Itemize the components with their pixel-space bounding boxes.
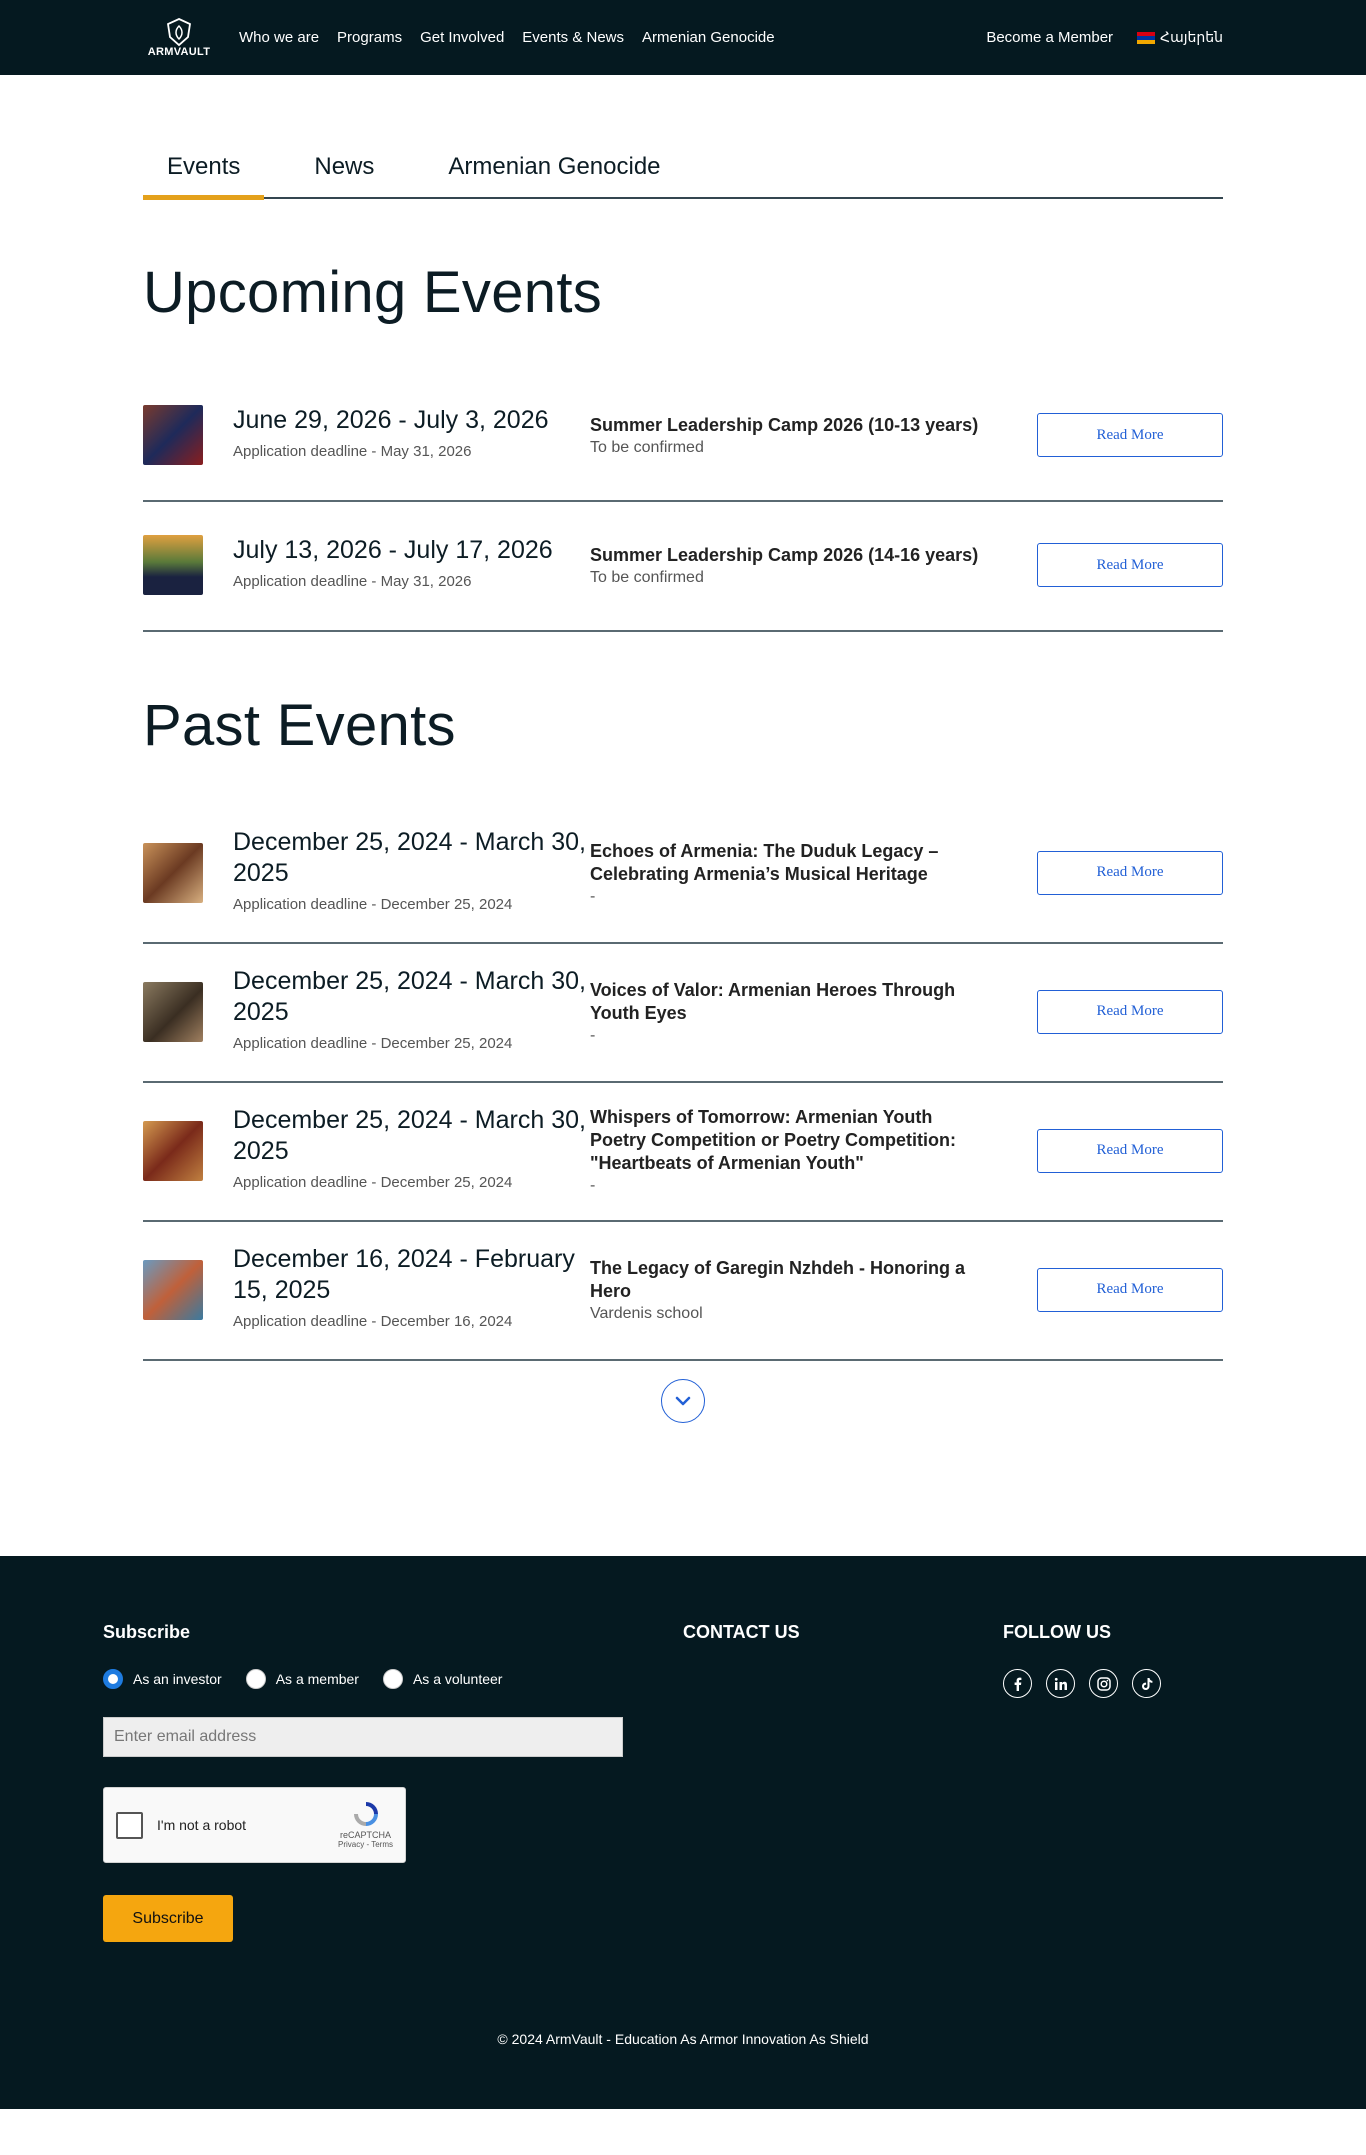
recaptcha-icon xyxy=(353,1802,378,1826)
event-title: Summer Leadership Camp 2026 (10-13 years… xyxy=(590,414,979,435)
recaptcha-label: I'm not a robot xyxy=(157,1817,247,1833)
social-links xyxy=(1003,1669,1161,1698)
radio-label: As a member xyxy=(275,1671,359,1687)
event-date: December 16, 2024 - February 15, 2025 xyxy=(233,1245,575,1304)
logo-text: ARMVAULT xyxy=(147,46,211,58)
event-row: December 25, 2024 - March 30, 2025 Appli… xyxy=(143,1083,1223,1222)
tab-events[interactable]: Events xyxy=(143,153,265,200)
nav-who-we-are[interactable]: Who we are xyxy=(239,29,319,46)
read-more-button[interactable]: Read More xyxy=(1037,989,1223,1034)
event-thumbnail xyxy=(143,405,203,465)
radio-label: As an investor xyxy=(133,1671,222,1687)
email-field[interactable] xyxy=(103,1717,623,1757)
follow-section: FOLLOW US xyxy=(1003,1622,1161,1942)
event-row: June 29, 2026 - July 3, 2026 Application… xyxy=(143,372,1223,502)
nav-armenian-genocide[interactable]: Armenian Genocide xyxy=(642,29,775,46)
event-deadline: Application deadline - December 16, 2024 xyxy=(233,1313,513,1330)
event-thumbnail xyxy=(143,842,203,903)
recaptcha-widget: I'm not a robot reCAPTCHA Privacy - Term… xyxy=(103,1787,406,1863)
recaptcha-brand-text: reCAPTCHA xyxy=(340,1830,392,1840)
event-thumbnail xyxy=(143,1259,203,1320)
linkedin-icon[interactable] xyxy=(1046,1669,1075,1698)
radio-indicator[interactable] xyxy=(103,1669,123,1689)
event-deadline: Application deadline - December 25, 2024 xyxy=(233,1035,513,1052)
event-location: - xyxy=(590,1026,596,1044)
header-actions: Become a Member Հայերեն xyxy=(986,29,1223,46)
event-thumbnail xyxy=(143,1120,203,1181)
chevron-down-icon xyxy=(675,1396,691,1406)
event-title: Echoes of Armenia: The Duduk Legacy – Ce… xyxy=(590,840,939,884)
event-date: December 25, 2024 - March 30, 2025 xyxy=(233,967,586,1026)
radio-label: As a volunteer xyxy=(412,1671,503,1687)
language-label: Հայերեն xyxy=(1160,29,1223,45)
event-location: - xyxy=(590,887,596,905)
site-logo[interactable]: ARMVAULT xyxy=(143,17,215,58)
event-location: To be confirmed xyxy=(590,568,704,586)
event-row: December 25, 2024 - March 30, 2025 Appli… xyxy=(143,805,1223,944)
tab-news[interactable]: News xyxy=(290,153,398,197)
event-location: To be confirmed xyxy=(590,438,704,456)
instagram-icon[interactable] xyxy=(1089,1669,1118,1698)
site-header: ARMVAULT Who we are Programs Get Involve… xyxy=(0,0,1366,75)
contact-heading: CONTACT US xyxy=(683,1622,800,1642)
event-deadline: Application deadline - December 25, 2024 xyxy=(233,1174,513,1191)
event-thumbnail xyxy=(143,535,203,595)
main-nav: Who we are Programs Get Involved Events … xyxy=(239,29,986,46)
radio-volunteer[interactable]: As a volunteer xyxy=(382,1669,503,1689)
content-tabs: Events News Armenian Genocide xyxy=(143,153,1223,200)
nav-programs[interactable]: Programs xyxy=(337,29,402,46)
event-row: July 13, 2026 - July 17, 2026 Applicatio… xyxy=(143,502,1223,632)
subscribe-heading: Subscribe xyxy=(103,1622,191,1642)
past-events-heading: Past Events xyxy=(143,693,456,758)
event-date: December 25, 2024 - March 30, 2025 xyxy=(233,828,586,887)
read-more-button[interactable]: Read More xyxy=(1037,850,1223,895)
event-thumbnail xyxy=(143,981,203,1042)
event-title: The Legacy of Garegin Nzhdeh - Honoring … xyxy=(590,1257,966,1301)
armenian-flag-icon xyxy=(1137,31,1156,44)
event-date: July 13, 2026 - July 17, 2026 xyxy=(233,536,553,564)
event-deadline: Application deadline - December 25, 2024 xyxy=(233,896,513,913)
event-location: - xyxy=(590,1177,596,1194)
main-content: Events News Armenian Genocide Upcoming E… xyxy=(143,75,1223,1423)
nav-get-involved[interactable]: Get Involved xyxy=(420,29,504,46)
tab-armenian-genocide[interactable]: Armenian Genocide xyxy=(424,153,684,197)
site-footer: Subscribe As an investor As a member As … xyxy=(0,1556,1366,2109)
become-member-link[interactable]: Become a Member xyxy=(986,29,1113,46)
subscriber-type-radios: As an investor As a member As a voluntee… xyxy=(103,1669,683,1689)
radio-investor[interactable]: As an investor xyxy=(103,1669,222,1689)
read-more-button[interactable]: Read More xyxy=(1037,413,1223,457)
event-deadline: Application deadline - May 31, 2026 xyxy=(233,443,472,460)
recaptcha-links[interactable]: Privacy - Terms xyxy=(338,1840,393,1849)
facebook-icon[interactable] xyxy=(1003,1669,1032,1698)
event-deadline: Application deadline - May 31, 2026 xyxy=(233,573,472,590)
upcoming-events-heading: Upcoming Events xyxy=(143,260,603,325)
radio-indicator[interactable] xyxy=(382,1669,403,1689)
read-more-button[interactable]: Read More xyxy=(1037,543,1223,587)
recaptcha-checkbox[interactable] xyxy=(116,1811,143,1839)
load-more-area xyxy=(143,1361,1223,1423)
load-more-button[interactable] xyxy=(661,1379,705,1423)
tiktok-icon[interactable] xyxy=(1132,1669,1161,1698)
read-more-button[interactable]: Read More xyxy=(1037,1267,1223,1312)
radio-member[interactable]: As a member xyxy=(245,1669,359,1689)
event-title: Whispers of Tomorrow: Armenian Youth Poe… xyxy=(590,1107,957,1173)
event-row: December 16, 2024 - February 15, 2025 Ap… xyxy=(143,1222,1223,1361)
nav-events-news[interactable]: Events & News xyxy=(522,29,624,46)
read-more-button[interactable]: Read More xyxy=(1037,1128,1223,1173)
event-date: June 29, 2026 - July 3, 2026 xyxy=(233,406,549,434)
recaptcha-brand: reCAPTCHA Privacy - Terms xyxy=(338,1798,393,1849)
subscribe-button[interactable]: Subscribe xyxy=(103,1895,233,1942)
subscribe-section: Subscribe As an investor As a member As … xyxy=(103,1622,683,1942)
event-date: December 25, 2024 - March 30, 2025 xyxy=(233,1106,586,1165)
contact-section: CONTACT US xyxy=(683,1622,1003,1942)
radio-indicator[interactable] xyxy=(245,1669,266,1689)
event-row: December 25, 2024 - March 30, 2025 Appli… xyxy=(143,944,1223,1083)
event-title: Voices of Valor: Armenian Heroes Through… xyxy=(590,979,956,1023)
copyright-text: © 2024 ArmVault - Education As Armor Inn… xyxy=(497,2031,869,2047)
shield-logo-icon xyxy=(167,18,191,47)
language-switcher[interactable]: Հայերեն xyxy=(1137,29,1223,46)
follow-heading: FOLLOW US xyxy=(1003,1622,1111,1642)
event-title: Summer Leadership Camp 2026 (14-16 years… xyxy=(590,544,979,565)
event-location: Vardenis school xyxy=(590,1304,703,1322)
